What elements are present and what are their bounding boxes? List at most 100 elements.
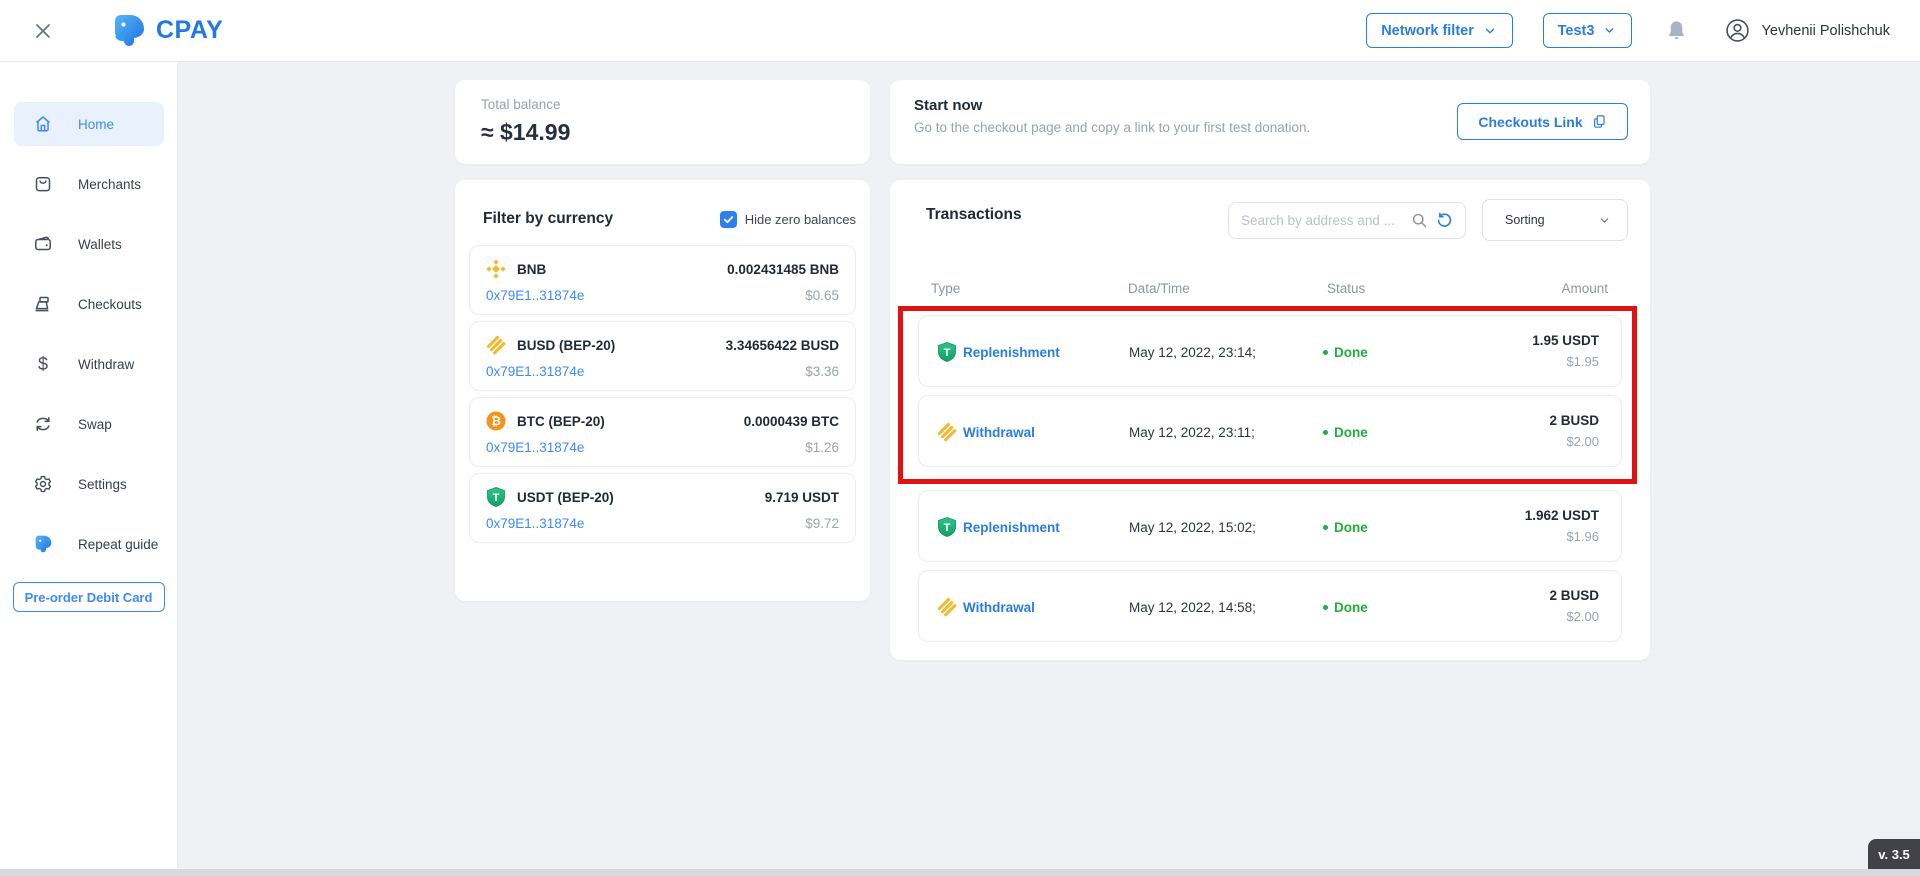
sidebar-item-label: Home [78,117,114,132]
usdt-icon [486,487,506,507]
sidebar-item-checkouts[interactable]: Checkouts [14,282,164,326]
transaction-datetime: May 12, 2022, 15:02; [1129,520,1256,535]
transactions-card: Transactions Sorting Type Data/Time Stat… [890,180,1650,660]
dollar-icon: $ [33,355,53,373]
cpay-logo-icon [33,534,53,554]
chevron-down-icon [1598,214,1611,227]
transaction-type-link[interactable]: Withdrawal [963,425,1035,440]
status-dot-icon [1323,525,1328,530]
main-content: Total balance ≈ $14.99 Start now Go to t… [178,62,1920,869]
transaction-datetime: May 12, 2022, 23:14; [1129,345,1256,360]
cpay-logo-icon [112,12,147,49]
reset-search-icon[interactable] [1436,212,1453,229]
currency-amount: 3.34656422 BUSD [726,338,839,353]
user-name[interactable]: Yevhenii Polishchuk [1762,23,1890,39]
checkouts-link-button[interactable]: Checkouts Link [1457,103,1628,140]
sidebar-item-label: Settings [78,477,127,492]
usdt-icon [937,342,957,362]
sidebar-item-settings[interactable]: Settings [14,462,164,506]
transaction-row[interactable]: Withdrawal May 12, 2022, 23:11; Done 2 B… [918,395,1622,467]
network-filter-dropdown[interactable]: Network filter [1366,13,1513,48]
merchant-selector-label: Test3 [1558,23,1595,39]
start-now-card: Start now Go to the checkout page and co… [890,80,1650,164]
preorder-debit-card-button[interactable]: Pre-order Debit Card [13,582,165,612]
chevron-down-icon [1603,24,1616,37]
notifications-bell-icon[interactable] [1665,19,1688,43]
sidebar-item-withdraw[interactable]: $ Withdraw [14,342,164,386]
sidebar-item-wallets[interactable]: Wallets [14,222,164,266]
sidebar-item-home[interactable]: Home [14,102,164,146]
sidebar-item-swap[interactable]: Swap [14,402,164,446]
close-icon[interactable] [30,18,56,44]
gear-icon [33,474,53,494]
sidebar-item-repeat-guide[interactable]: Repeat guide [14,522,164,566]
sorting-dropdown[interactable]: Sorting [1482,199,1628,241]
transaction-usd: $1.95 [1532,354,1599,369]
filter-by-currency-card: Filter by currency Hide zero balances BN… [455,180,870,601]
currency-usd-value: $9.72 [805,516,839,531]
search-icon[interactable] [1411,212,1428,229]
transaction-type-link[interactable]: Replenishment [963,345,1060,360]
currency-address-link[interactable]: 0x79E1..31874e [486,516,584,531]
bnb-icon [486,259,506,279]
currency-row-bnb[interactable]: BNB 0.002431485 BNB 0x79E1..31874e $0.65 [469,245,856,315]
sorting-label: Sorting [1505,213,1545,227]
sidebar-item-label: Wallets [78,237,122,252]
transaction-row[interactable]: Replenishment May 12, 2022, 15:02; Done … [918,490,1622,562]
sidebar-item-label: Merchants [78,177,141,192]
hide-zero-balances-label: Hide zero balances [745,212,856,227]
currency-name: BNB [517,262,546,277]
currency-name: USDT (BEP-20) [517,490,614,505]
column-header-datetime: Data/Time [1128,281,1190,296]
transaction-status: Done [1323,425,1368,440]
currency-row-usdt[interactable]: USDT (BEP-20) 9.719 USDT 0x79E1..31874e … [469,473,856,543]
currency-list: BNB 0.002431485 BNB 0x79E1..31874e $0.65… [469,245,856,543]
currency-row-busd[interactable]: BUSD (BEP-20) 3.34656422 BUSD 0x79E1..31… [469,321,856,391]
busd-icon [937,597,957,617]
currency-usd-value: $1.26 [805,440,839,455]
currency-amount: 0.002431485 BNB [727,262,839,277]
version-badge: v. 3.5 [1868,839,1920,869]
hide-zero-balances-toggle[interactable]: Hide zero balances [720,211,856,228]
brand-logo[interactable]: CPAY [112,12,223,49]
currency-address-link[interactable]: 0x79E1..31874e [486,364,584,379]
transaction-usd: $2.00 [1549,609,1599,624]
column-header-amount: Amount [1561,281,1608,296]
sidebar-item-label: Checkouts [78,297,142,312]
merchant-selector-dropdown[interactable]: Test3 [1543,13,1632,48]
sidebar: Home Merchants Wallets Checkouts $ Withd… [0,62,178,869]
status-dot-icon [1323,605,1328,610]
total-balance-label: Total balance [481,97,844,112]
transaction-type-link[interactable]: Replenishment [963,520,1060,535]
swap-arrows-icon [33,414,53,434]
currency-amount: 0.0000439 BTC [744,414,839,429]
user-avatar-icon[interactable] [1725,18,1750,43]
column-header-status: Status [1327,281,1365,296]
currency-row-btc[interactable]: BTC (BEP-20) 0.0000439 BTC 0x79E1..31874… [469,397,856,467]
network-filter-label: Network filter [1381,23,1474,39]
brand-name: CPAY [156,16,223,45]
transaction-datetime: May 12, 2022, 23:11; [1129,425,1255,440]
transaction-amount: 1.95 USDT [1532,333,1599,348]
transaction-type-link[interactable]: Withdrawal [963,600,1035,615]
checkbox-checked-icon[interactable] [720,211,737,228]
sidebar-item-merchants[interactable]: Merchants [14,162,164,206]
sidebar-item-label: Swap [78,417,112,432]
transaction-datetime: May 12, 2022, 14:58; [1129,600,1256,615]
transactions-title: Transactions [926,206,1022,224]
transaction-status: Done [1323,345,1368,360]
transaction-usd: $1.96 [1525,529,1599,544]
transaction-row[interactable]: Withdrawal May 12, 2022, 14:58; Done 2 B… [918,570,1622,642]
search-input[interactable] [1241,213,1403,228]
currency-address-link[interactable]: 0x79E1..31874e [486,440,584,455]
column-header-type: Type [931,281,960,296]
currency-usd-value: $0.65 [805,288,839,303]
cash-register-icon [33,294,53,314]
horizontal-scrollbar[interactable] [0,869,1920,876]
transactions-table-header: Type Data/Time Status Amount [890,281,1650,297]
checkouts-link-label: Checkouts Link [1478,114,1582,130]
currency-name: BUSD (BEP-20) [517,338,615,353]
currency-address-link[interactable]: 0x79E1..31874e [486,288,584,303]
total-balance-value: ≈ $14.99 [481,119,844,146]
transaction-row[interactable]: Replenishment May 12, 2022, 23:14; Done … [918,315,1622,387]
